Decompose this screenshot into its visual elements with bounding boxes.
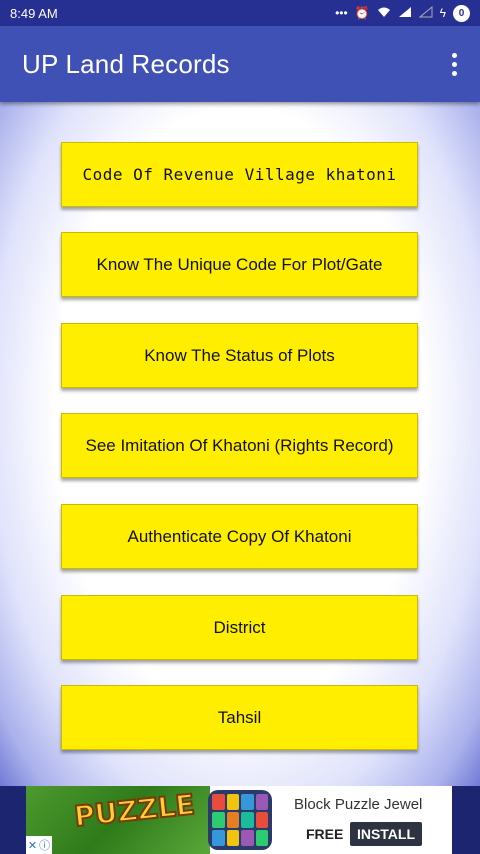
app-bar: UP Land Records xyxy=(0,26,480,102)
ad-app-name[interactable]: Block Puzzle Jewel xyxy=(294,796,422,813)
district-button[interactable]: District xyxy=(61,595,418,660)
signal-off-icon xyxy=(418,5,433,21)
ad-banner[interactable]: PUZZLE Block Puzzle Jewel FREE INSTALL ✕… xyxy=(26,786,452,854)
more-vert-icon[interactable] xyxy=(442,49,466,79)
close-icon[interactable]: ✕ xyxy=(28,839,37,852)
alarm-icon: ⏰ xyxy=(354,6,370,20)
authenticate-copy-button[interactable]: Authenticate Copy Of Khatoni xyxy=(61,504,418,569)
code-of-revenue-village-button[interactable]: Code Of Revenue Village khatoni xyxy=(61,142,418,207)
menu-panel: Code Of Revenue Village khatoni Know The… xyxy=(0,102,480,786)
app-title: UP Land Records xyxy=(22,48,230,79)
imitation-of-khatoni-button[interactable]: See Imitation Of Khatoni (Rights Record) xyxy=(61,413,418,478)
dots-icon: ••• xyxy=(335,6,348,20)
signal-icon xyxy=(398,6,412,21)
status-time: 8:49 AM xyxy=(10,5,58,21)
charging-icon: ϟ xyxy=(439,6,446,20)
unique-code-plot-button[interactable]: Know The Unique Code For Plot/Gate xyxy=(61,232,418,297)
ad-thumb-text: PUZZLE xyxy=(72,787,198,834)
info-icon[interactable]: ⓘ xyxy=(39,837,50,853)
status-icons: ••• ⏰ ϟ 0 xyxy=(335,4,470,22)
battery-icon: 0 xyxy=(453,4,470,22)
status-of-plots-button[interactable]: Know The Status of Plots xyxy=(61,323,418,388)
status-bar: 8:49 AM ••• ⏰ ϟ 0 xyxy=(0,0,480,26)
wifi-icon xyxy=(377,6,391,21)
ad-price: FREE xyxy=(306,826,344,842)
ad-choices[interactable]: ✕ ⓘ xyxy=(26,836,52,854)
ad-install-button[interactable]: INSTALL xyxy=(350,822,422,846)
ad-app-icon[interactable] xyxy=(208,790,272,850)
ad-thumbnail[interactable]: PUZZLE xyxy=(26,786,210,854)
tahsil-button[interactable]: Tahsil xyxy=(61,685,418,750)
